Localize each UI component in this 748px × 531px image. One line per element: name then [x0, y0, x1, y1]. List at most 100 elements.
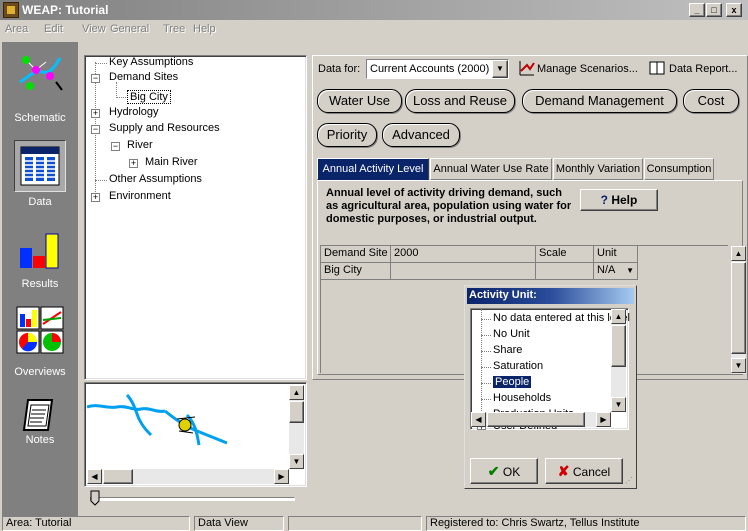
help-icon: ? — [600, 193, 608, 207]
view-results[interactable]: Results — [2, 222, 78, 302]
status-area: Area: Tutorial — [2, 516, 190, 531]
view-bar: Schematic Data Results Overviews Notes — [2, 42, 78, 516]
menu-tree[interactable]: Tree — [163, 23, 185, 35]
grid-header-year: 2000 — [391, 246, 536, 263]
subtab-annual-water-use-rate[interactable]: Annual Water Use Rate — [430, 158, 552, 180]
collapse-icon[interactable]: − — [111, 142, 120, 151]
scenario-value: Current Accounts (2000) — [370, 63, 490, 75]
zoom-slider[interactable] — [90, 490, 300, 506]
help-button[interactable]: ? Help — [580, 189, 658, 211]
manage-scenarios-icon — [519, 61, 535, 76]
manage-scenarios-button[interactable]: Manage Scenarios... — [537, 63, 638, 75]
grid-header-unit: Unit — [594, 246, 638, 263]
expand-icon[interactable]: + — [129, 159, 138, 168]
river-map — [87, 393, 228, 446]
overviews-icon — [16, 306, 64, 354]
chevron-down-icon[interactable]: ▼ — [626, 263, 634, 278]
menu-bar: Area Edit View General Tree Help — [0, 20, 748, 40]
cancel-button[interactable]: ✘ Cancel — [545, 458, 623, 484]
expand-icon[interactable]: + — [91, 193, 100, 202]
data-icon — [20, 146, 60, 186]
list-item[interactable]: No data entered at this level — [493, 312, 630, 324]
tree-item-other-assumptions[interactable]: Other Assumptions — [109, 173, 202, 185]
data-tree[interactable]: Key Assumptions − Demand Sites Big City … — [84, 55, 307, 380]
activity-unit-popup: Activity Unit: No data entered at this l… — [464, 285, 637, 489]
list-item[interactable]: Saturation — [493, 360, 543, 372]
list-item[interactable]: Share — [493, 344, 522, 356]
activity-unit-list[interactable]: No data entered at this level No Unit Sh… — [470, 308, 630, 432]
view-label: Data — [28, 196, 52, 208]
list-vscroll[interactable]: ▲ ▼ — [611, 309, 626, 412]
status-bar: Area: Tutorial Data View Registered to: … — [0, 515, 748, 531]
grid-cell-site[interactable]: Big City — [321, 263, 391, 280]
tab-priority[interactable]: Priority — [317, 123, 377, 147]
menu-edit[interactable]: Edit — [44, 23, 63, 35]
grid-cell-scale[interactable] — [536, 263, 594, 280]
view-schematic[interactable]: Schematic — [2, 52, 78, 132]
tab-demand-management[interactable]: Demand Management — [522, 89, 677, 113]
tab-cost[interactable]: Cost — [683, 89, 739, 113]
view-label: Results — [21, 278, 59, 290]
title-bar: WEAP: Tutorial _ □ x — [0, 0, 748, 20]
tab-water-use[interactable]: Water Use — [317, 89, 402, 113]
tree-item-big-city[interactable]: Big City — [127, 90, 171, 104]
ok-button[interactable]: ✔ OK — [470, 458, 538, 484]
checkmark-icon: ✔ — [487, 463, 500, 479]
status-empty — [288, 516, 422, 531]
data-report-icon — [649, 61, 665, 75]
list-item[interactable]: No Unit — [493, 328, 530, 340]
collapse-icon[interactable]: − — [91, 125, 100, 134]
minimize-button[interactable]: _ — [689, 3, 705, 17]
view-data[interactable]: Data — [2, 140, 78, 212]
close-button[interactable]: x — [726, 3, 742, 17]
results-icon — [20, 233, 59, 269]
chevron-down-icon[interactable]: ▼ — [492, 60, 508, 78]
tree-item-environment[interactable]: Environment — [109, 190, 171, 202]
schematic-minimap[interactable]: ▲ ▼ ◀ ▶ — [84, 382, 307, 487]
view-notes[interactable]: Notes — [2, 392, 78, 472]
tab-advanced[interactable]: Advanced — [382, 123, 460, 147]
menu-general[interactable]: General — [110, 23, 149, 35]
view-label: Notes — [25, 434, 55, 446]
list-item-selected[interactable]: People — [493, 376, 532, 388]
data-report-button[interactable]: Data Report... — [669, 63, 737, 75]
minimap-vscroll[interactable]: ▲ ▼ — [289, 385, 304, 469]
description-text: Annual level of activity driving demand,… — [326, 187, 572, 225]
grid-header-demand-site: Demand Site — [321, 246, 391, 263]
resize-grip-icon[interactable]: ⋰ — [625, 476, 635, 486]
subtab-monthly-variation[interactable]: Monthly Variation — [553, 158, 643, 180]
minimap-hscroll[interactable]: ◀ ▶ — [87, 469, 289, 484]
collapse-icon[interactable]: − — [91, 74, 100, 83]
view-overviews[interactable]: Overviews — [2, 304, 78, 384]
tree-item-demand-sites[interactable]: Demand Sites — [109, 71, 178, 83]
status-view: Data View — [194, 516, 284, 531]
grid-header-scale: Scale — [536, 246, 594, 263]
slider-thumb[interactable] — [90, 490, 100, 506]
menu-help[interactable]: Help — [193, 23, 216, 35]
subtab-annual-activity-level[interactable]: Annual Activity Level — [317, 158, 429, 180]
menu-area[interactable]: Area — [5, 23, 28, 35]
app-icon — [3, 2, 19, 18]
menu-view[interactable]: View — [82, 23, 106, 35]
tab-loss-and-reuse[interactable]: Loss and Reuse — [405, 89, 515, 113]
maximize-button[interactable]: □ — [706, 3, 722, 17]
scenario-select[interactable]: Current Accounts (2000) ▼ — [366, 59, 509, 79]
tree-item-supply-and-resources[interactable]: Supply and Resources — [109, 122, 220, 134]
tree-item-river[interactable]: River — [127, 139, 153, 151]
grid-vscroll[interactable]: ▲ ▼ — [731, 246, 746, 374]
cancel-x-icon: ✘ — [557, 463, 570, 479]
grid-cell-value[interactable] — [391, 263, 536, 280]
tree-item-hydrology[interactable]: Hydrology — [109, 106, 159, 118]
schematic-icon — [19, 56, 63, 91]
expand-icon[interactable]: + — [91, 109, 100, 118]
tree-item-main-river[interactable]: Main River — [145, 156, 198, 168]
grid-cell-unit[interactable]: N/A ▼ — [594, 263, 638, 280]
notes-icon — [22, 399, 54, 431]
view-label: Schematic — [14, 112, 66, 124]
data-for-label: Data for: — [318, 63, 361, 75]
view-label: Overviews — [14, 366, 66, 378]
list-item[interactable]: Households — [493, 392, 551, 404]
tree-item-key-assumptions[interactable]: Key Assumptions — [109, 56, 193, 68]
list-hscroll[interactable]: ◀ ▶ — [471, 412, 611, 427]
subtab-consumption[interactable]: Consumption — [644, 158, 714, 180]
